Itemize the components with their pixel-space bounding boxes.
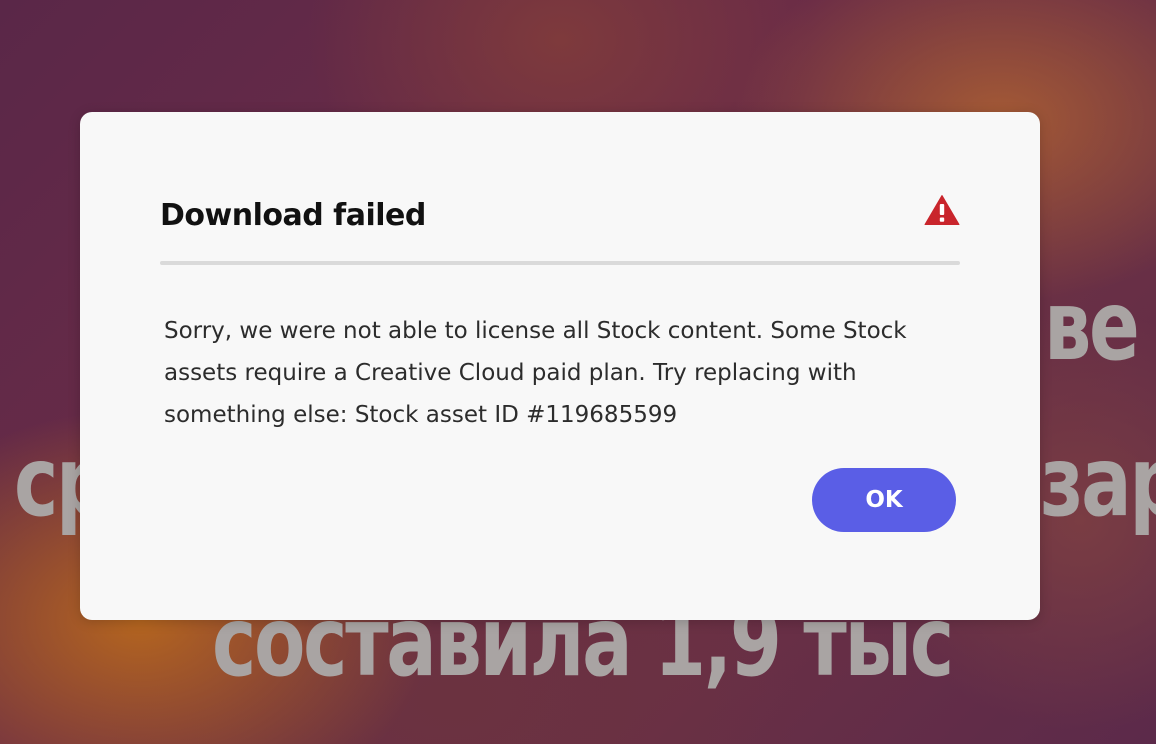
background-text-line-1: ве [1044,270,1140,382]
dialog-message: Sorry, we were not able to license all S… [164,318,907,428]
download-failed-dialog: Download failed Sorry, we were not able … [80,112,1040,620]
alert-triangle-icon [924,194,960,226]
ok-button[interactable]: OK [812,468,956,532]
dialog-divider [160,261,960,265]
dialog-header: Download failed [160,194,960,264]
background-text-line-2-right: зар [1040,426,1156,538]
dialog-title: Download failed [160,198,426,233]
